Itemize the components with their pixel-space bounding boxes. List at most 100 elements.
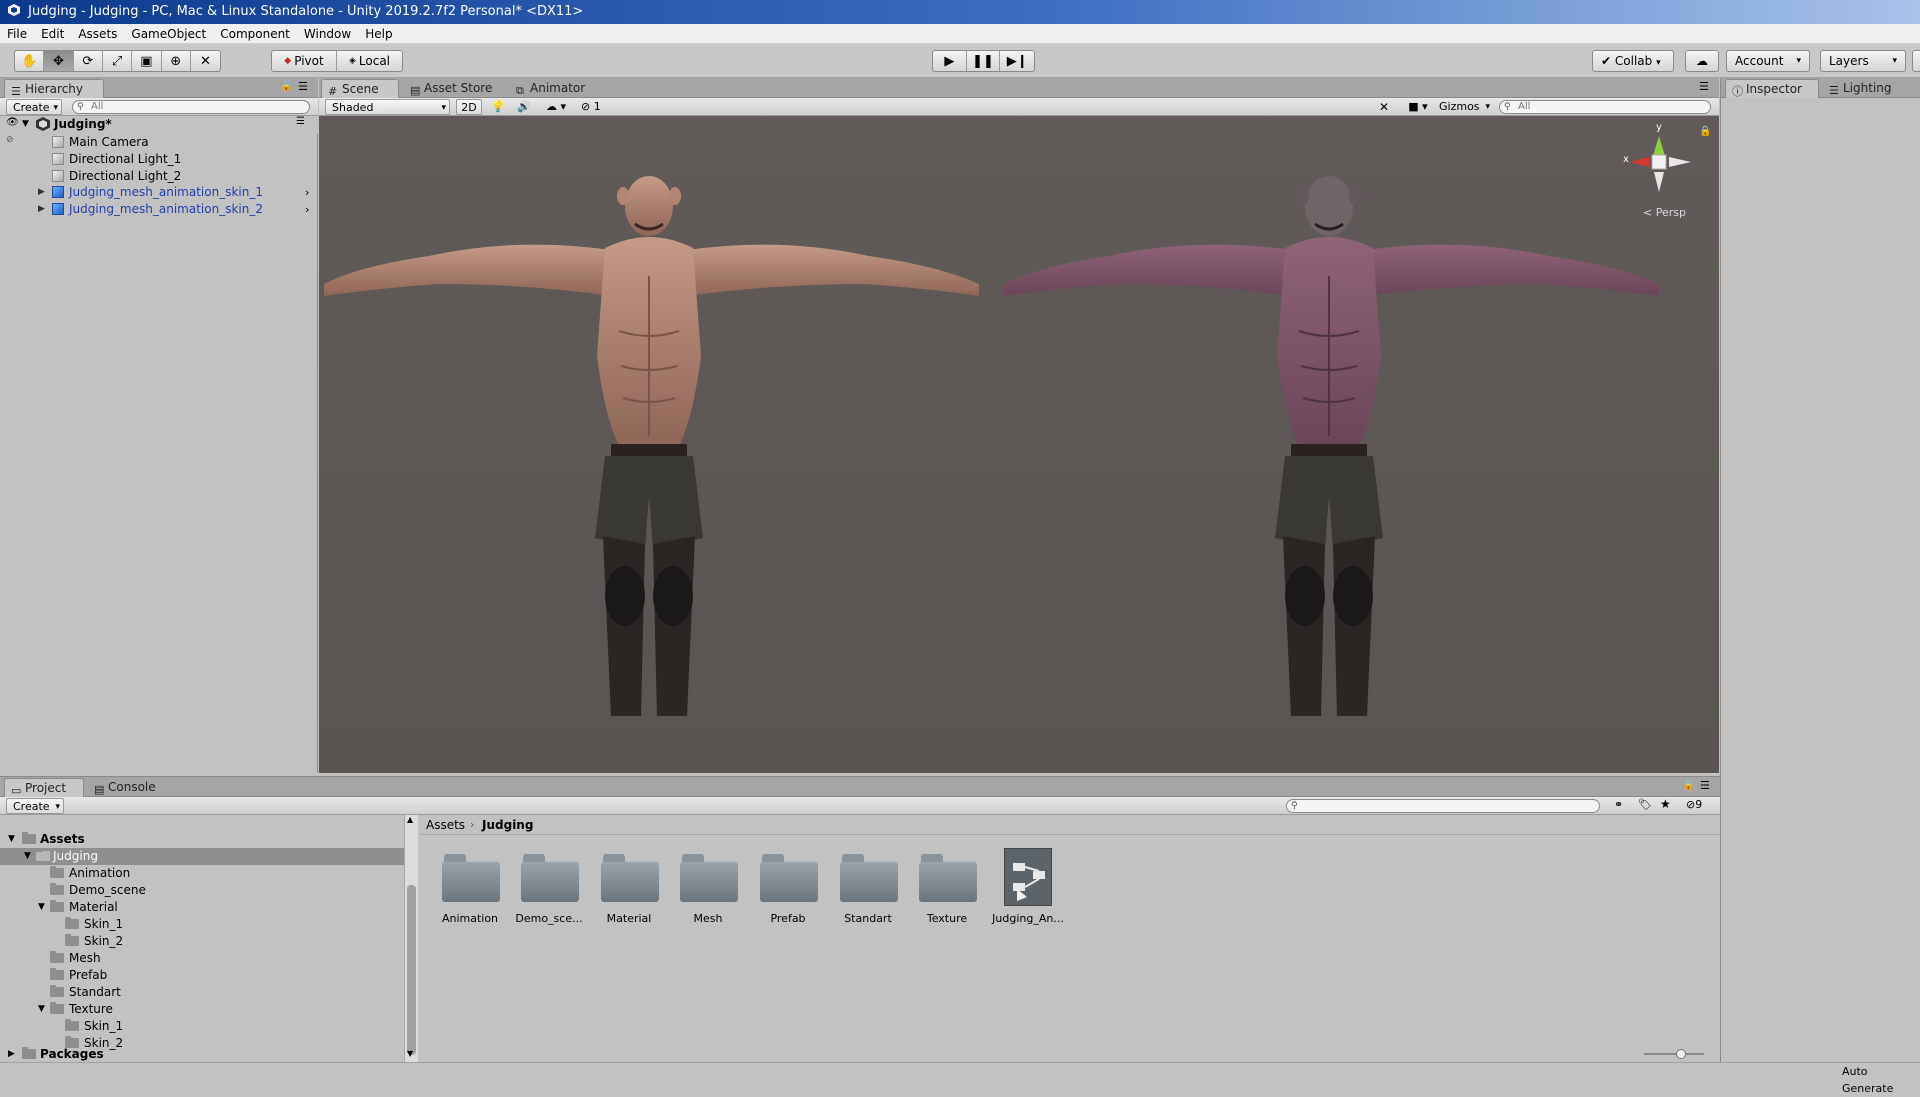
play-button[interactable]: ▶ [933, 51, 967, 71]
chevron-right-icon[interactable]: ▶ [38, 184, 45, 201]
lock-icon[interactable]: 🔒 [1682, 780, 1694, 791]
chevron-right-icon[interactable]: ▶ [8, 1046, 15, 1063]
collab-button[interactable]: ✔ Collab ▾ [1592, 50, 1674, 72]
asset-size-slider[interactable] [1644, 1049, 1704, 1059]
rect-tool-button[interactable]: ▣ [132, 51, 162, 71]
asset-animator-controller[interactable]: Judging_An... [990, 842, 1066, 932]
tree-item-animation[interactable]: Animation [0, 865, 404, 882]
scale-tool-button[interactable]: ⤢ [103, 51, 133, 71]
hierarchy-scene-row[interactable]: 👁 ▼ Judging* ☰ [0, 116, 318, 134]
asset-folder-standart[interactable]: Standart [830, 842, 906, 932]
menu-help[interactable]: Help [358, 24, 399, 44]
effects-dropdown[interactable]: ☁ ▾ [539, 99, 573, 115]
gizmos-dropdown[interactable]: Gizmos [1433, 99, 1493, 115]
lock-icon[interactable]: 🔒 [1699, 126, 1711, 137]
scene-orientation-gizmo[interactable]: y x < Persp [1619, 122, 1699, 222]
hierarchy-item[interactable]: Directional Light_2 [0, 168, 310, 185]
move-tool-button[interactable]: ✥ [44, 51, 74, 71]
transform-tool-button[interactable]: ⊕ [162, 51, 191, 71]
hierarchy-create-dropdown[interactable]: Create [6, 99, 62, 116]
eye-icon[interactable]: 👁 [6, 117, 19, 128]
tree-item-skin-1[interactable]: Skin_1 [0, 1018, 404, 1035]
chevron-right-icon[interactable]: › [305, 201, 309, 218]
layout-dropdown[interactable] [1912, 50, 1920, 72]
scene-tools-button[interactable]: ✕ [1371, 99, 1397, 115]
chevron-down-icon[interactable]: ▼ [38, 899, 45, 916]
panel-menu-icon[interactable]: ☰ [1700, 779, 1710, 792]
menu-component[interactable]: Component [213, 24, 297, 44]
hierarchy-item[interactable]: ▶ Judging_mesh_animation_skin_2 › [0, 201, 310, 218]
chevron-down-icon[interactable]: ▼ [407, 1049, 413, 1058]
project-create-dropdown[interactable]: Create [6, 798, 64, 815]
scene-viewport[interactable]: y x < Persp 🔒 [319, 116, 1719, 773]
project-search-input[interactable]: ⚲ [1286, 799, 1600, 813]
axis-gizmo-icon[interactable] [1619, 122, 1699, 202]
tree-item-demo-scene[interactable]: Demo_scene [0, 882, 404, 899]
chevron-down-icon[interactable]: ▼ [38, 1001, 45, 1018]
breadcrumb-judging[interactable]: Judging [482, 818, 533, 832]
camera-settings-dropdown[interactable]: ■ ▾ [1401, 99, 1435, 115]
asset-folder-prefab[interactable]: Prefab [750, 842, 826, 932]
hierarchy-search-input[interactable]: ⚲ All [72, 100, 310, 114]
lock-icon[interactable]: 🔒 [280, 81, 292, 92]
asset-folder-material[interactable]: Material [591, 842, 667, 932]
tree-item-judging[interactable]: ▼ Judging [0, 848, 404, 865]
step-button[interactable]: ▶❙ [1000, 51, 1034, 71]
tree-item-mesh[interactable]: Mesh [0, 950, 404, 967]
toggle-2d-button[interactable]: 2D [456, 99, 482, 115]
rotate-tool-button[interactable]: ⟳ [74, 51, 103, 71]
tab-console[interactable]: ▤ Console [88, 778, 168, 797]
tag-icon[interactable]: 🏷 [1638, 798, 1652, 811]
shading-mode-dropdown[interactable]: Shaded [325, 99, 450, 116]
tab-animator[interactable]: ⧉ Animator [510, 79, 600, 98]
menu-assets[interactable]: Assets [71, 24, 124, 44]
asset-folder-demo-scene[interactable]: Demo_sce... [511, 842, 587, 932]
tab-asset-store[interactable]: ▤ Asset Store [404, 79, 504, 98]
audio-toggle-button[interactable]: 🔊 [513, 99, 535, 115]
chevron-down-icon[interactable]: ▼ [22, 119, 29, 129]
pause-button[interactable]: ❚❚ [967, 51, 1001, 71]
tree-item-material[interactable]: ▼ Material [0, 899, 404, 916]
tree-item-skin-2[interactable]: Skin_2 [0, 933, 404, 950]
menu-gameobject[interactable]: GameObject [124, 24, 213, 44]
hierarchy-item[interactable]: Directional Light_1 [0, 151, 310, 168]
tree-item-standart[interactable]: Standart [0, 984, 404, 1001]
folder-tree-scrollbar[interactable]: ▲ ▼ [404, 815, 418, 1063]
lighting-toggle-button[interactable]: 💡 [487, 99, 509, 115]
cloud-button[interactable]: ☁ [1685, 50, 1719, 72]
custom-tool-button[interactable]: ✕ [191, 51, 220, 71]
chevron-down-icon[interactable]: ▼ [24, 848, 31, 865]
hidden-objects-toggle[interactable]: ⊘ 1 [581, 99, 615, 115]
menu-window[interactable]: Window [297, 24, 358, 44]
scene-search-input[interactable]: ⚲ All [1499, 100, 1711, 114]
menu-file[interactable]: File [0, 24, 34, 44]
tab-scene[interactable]: # Scene [321, 79, 399, 98]
tab-hierarchy[interactable]: ☰ Hierarchy [4, 79, 104, 98]
tree-item-prefab[interactable]: Prefab [0, 967, 404, 984]
hierarchy-item[interactable]: Main Camera [0, 134, 310, 151]
tree-item-packages[interactable]: ▶ Packages [0, 1046, 404, 1063]
tree-item-skin-1[interactable]: Skin_1 [0, 916, 404, 933]
breadcrumb-assets[interactable]: Assets [426, 818, 465, 832]
character-skin-1[interactable] [319, 156, 984, 716]
asset-folder-mesh[interactable]: Mesh [670, 842, 746, 932]
chevron-down-icon[interactable]: ▼ [8, 831, 15, 848]
panel-menu-icon[interactable]: ☰ [298, 80, 308, 93]
filter-type-icon[interactable]: ⚭ [1614, 798, 1623, 811]
hand-tool-button[interactable]: ✋ [15, 51, 45, 71]
star-icon[interactable]: ★ [1660, 797, 1671, 811]
character-skin-2[interactable] [999, 156, 1664, 716]
layers-dropdown[interactable]: Layers ▾ [1820, 50, 1906, 72]
scrollbar-thumb[interactable] [407, 885, 416, 1055]
pivot-toggle[interactable]: ◆ Pivot [272, 51, 337, 71]
slider-thumb[interactable] [1676, 1049, 1686, 1059]
scene-menu-icon[interactable]: ☰ [296, 116, 305, 127]
chevron-up-icon[interactable]: ▲ [407, 815, 413, 824]
projection-label[interactable]: < Persp [1643, 206, 1686, 219]
chevron-right-icon[interactable]: › [305, 184, 309, 201]
tree-item-assets[interactable]: ▼ Assets [0, 831, 404, 848]
tree-item-texture[interactable]: ▼ Texture [0, 1001, 404, 1018]
tab-project[interactable]: ▭ Project [4, 778, 84, 797]
hidden-packages-toggle[interactable]: ⊘9 [1686, 798, 1702, 811]
local-toggle[interactable]: ◈ Local [337, 51, 402, 71]
